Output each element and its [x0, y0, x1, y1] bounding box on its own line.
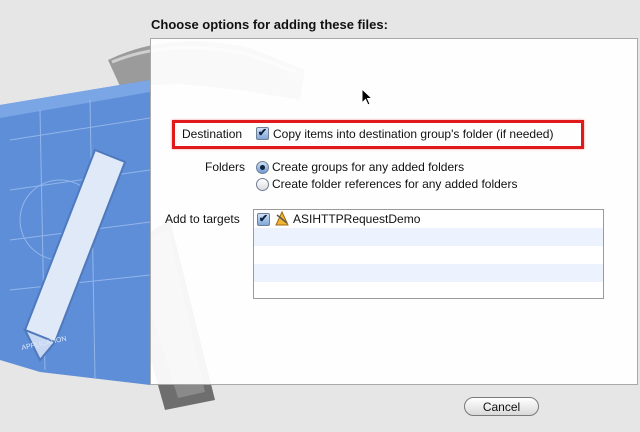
create-groups-label[interactable]: Create groups for any added folders — [272, 160, 464, 174]
checkmark-icon: ✔ — [258, 213, 269, 225]
empty-list-row — [254, 246, 603, 264]
empty-list-row — [254, 264, 603, 282]
target-checkbox[interactable]: ✔ — [257, 213, 270, 226]
app-target-icon — [275, 211, 289, 226]
cancel-button[interactable]: Cancel — [464, 397, 539, 416]
sheet-title: Choose options for adding these files: — [151, 17, 388, 32]
add-to-targets-label: Add to targets — [165, 212, 240, 226]
create-folder-references-radio[interactable] — [256, 178, 269, 191]
empty-list-row — [254, 282, 603, 300]
create-folder-references-label[interactable]: Create folder references for any added f… — [272, 177, 517, 191]
targets-list[interactable]: ✔ ASIHTTPRequestDemo — [253, 209, 604, 299]
copy-items-checkbox[interactable]: ✔ — [256, 127, 269, 140]
checkmark-icon: ✔ — [257, 127, 268, 139]
copy-items-label[interactable]: Copy items into destination group's fold… — [273, 127, 553, 141]
target-name: ASIHTTPRequestDemo — [293, 212, 421, 226]
mouse-pointer-icon — [361, 88, 373, 106]
empty-list-row — [254, 228, 603, 246]
create-groups-radio[interactable] — [256, 161, 269, 174]
folders-label: Folders — [205, 160, 246, 174]
target-row[interactable]: ✔ ASIHTTPRequestDemo — [254, 210, 603, 228]
